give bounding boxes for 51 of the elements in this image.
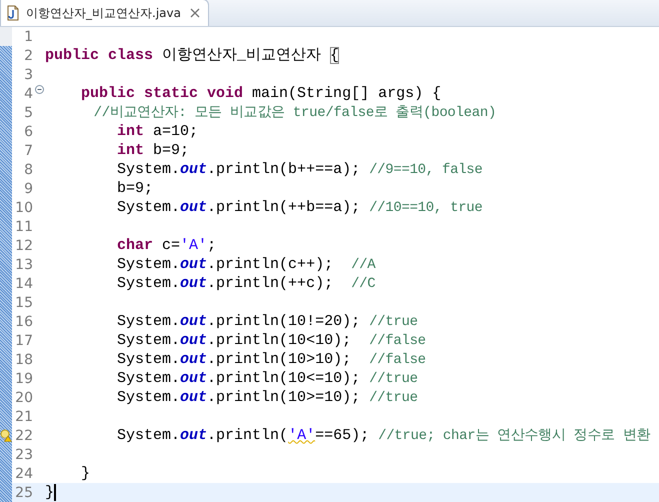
line-number: 17 <box>15 332 33 348</box>
line-number: 12 <box>15 238 33 254</box>
line-number: 4 <box>24 86 33 102</box>
warning-bulb-icon[interactable] <box>0 429 12 442</box>
code-line: System.out.println(10<10); //false <box>116 330 426 350</box>
line-number: 3 <box>24 66 33 82</box>
code-line: } <box>80 464 90 483</box>
code-line: System.out.println(10<=10); //true <box>116 368 418 388</box>
close-icon[interactable] <box>190 8 200 18</box>
line-number: 6 <box>24 124 33 140</box>
code-line: b=9; <box>116 179 154 198</box>
code-line: System.out.println(++c); //C <box>116 274 376 294</box>
line-number: 15 <box>15 294 33 310</box>
line-number: 13 <box>15 256 33 272</box>
code-line: System.out.println('A'==65); //true; char는 연산수행시 정수로 변환 <box>116 426 650 446</box>
code-line: int b=9; <box>116 141 190 160</box>
code-line: System.out.println(10>=10); //true <box>116 388 418 408</box>
line-number: 9 <box>24 180 33 196</box>
code-line: char c='A'; <box>116 236 216 255</box>
line-number: 22 <box>15 428 33 444</box>
line-number: 11 <box>15 218 33 234</box>
code-line: //비교연산자: 모든 비교값은 true/false로 출력(boolean) <box>92 104 496 122</box>
line-number: 5 <box>24 104 33 120</box>
code-line: System.out.println(10!=20); //true <box>116 312 418 332</box>
line-number: 19 <box>15 370 33 386</box>
tab-title: 이항연산자_비교연산자.java <box>26 4 181 22</box>
line-number: 18 <box>15 352 33 368</box>
line-number: 24 <box>15 466 33 482</box>
editor-tab[interactable]: 이항연산자_비교연산자.java <box>0 0 209 26</box>
code-line: int a=10; <box>116 122 198 141</box>
line-number: 20 <box>15 390 33 406</box>
text-cursor <box>54 484 56 501</box>
line-number: 25 <box>15 484 33 500</box>
code-line: public class 이항연산자_비교연산자 { <box>45 46 340 65</box>
line-number: 1 <box>24 28 33 44</box>
code-line: public static void main(String[] args) { <box>80 84 442 103</box>
line-number: 10 <box>15 200 33 216</box>
collapse-icon[interactable] <box>34 85 44 94</box>
line-number: 16 <box>15 314 33 330</box>
code-line: System.out.println(c++); //A <box>116 254 376 274</box>
line-number: 21 <box>15 408 33 424</box>
java-file-icon <box>5 5 21 21</box>
code-line: } <box>45 483 54 502</box>
line-number: 14 <box>15 276 33 292</box>
line-number: 8 <box>24 162 33 178</box>
line-number: 7 <box>24 142 33 158</box>
code-line: System.out.println(++b==a); //10==10, true <box>116 198 482 218</box>
code-line: System.out.println(10>10); //false <box>116 350 426 370</box>
line-number: 23 <box>15 446 33 462</box>
code-line: System.out.println(b++==a); //9==10, false <box>116 160 482 180</box>
line-number: 2 <box>24 48 33 64</box>
